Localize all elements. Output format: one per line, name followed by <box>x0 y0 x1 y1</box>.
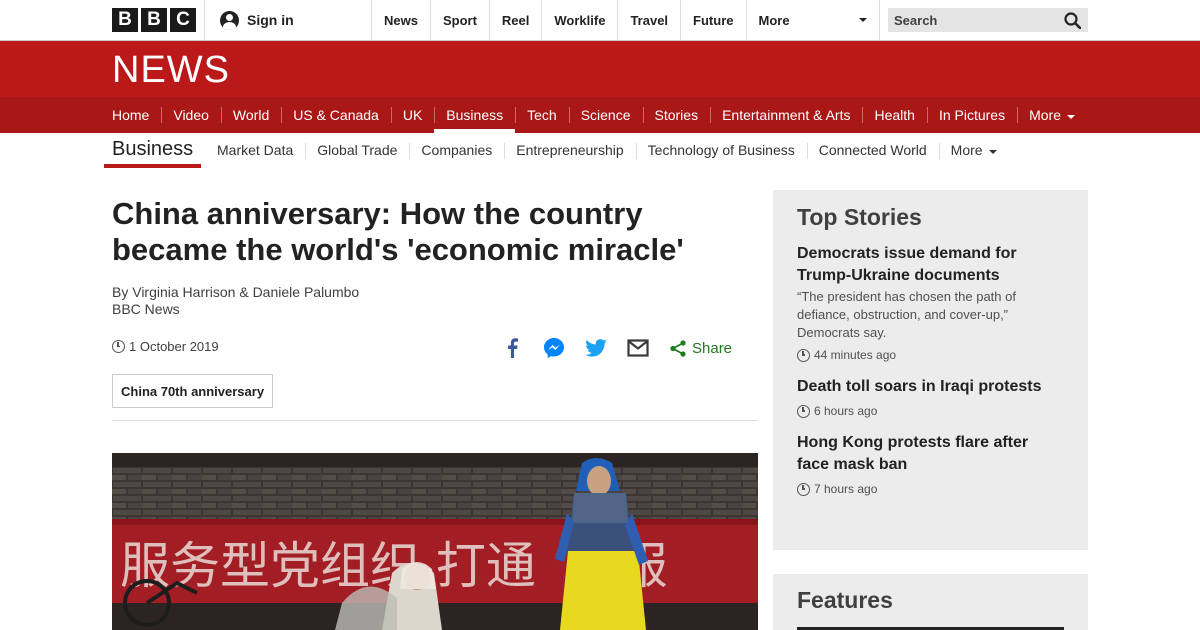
news-nav: Home Video World US & Canada UK Business… <box>0 97 1200 133</box>
news-nav-science[interactable]: Science <box>568 97 643 133</box>
chevron-down-icon <box>988 150 997 154</box>
story-time-text: 6 hours ago <box>814 404 878 418</box>
news-nav-stories[interactable]: Stories <box>642 97 711 133</box>
bbc-logo[interactable]: B B C <box>112 8 196 32</box>
news-nav-home[interactable]: Home <box>100 97 161 133</box>
share-label: Share <box>692 339 733 357</box>
section-nav-technology-of-business[interactable]: Technology of Business <box>635 133 807 167</box>
section-nav-more-label: More <box>950 142 983 158</box>
news-nav-video[interactable]: Video <box>161 97 221 133</box>
top-story-item[interactable]: Hong Kong protests flare after face mask… <box>797 432 1064 496</box>
byline-authors: By Virginia Harrison & Daniele Palumbo <box>112 284 360 300</box>
global-nav-future[interactable]: Future <box>680 0 745 40</box>
global-nav-more-label: More <box>758 12 790 28</box>
clock-icon <box>112 340 125 353</box>
news-nav-world[interactable]: World <box>220 97 281 133</box>
top-story-item[interactable]: Death toll soars in Iraqi protests 6 hou… <box>797 376 1064 418</box>
search-icon[interactable] <box>1064 12 1081 29</box>
sign-in-label: Sign in <box>247 12 294 28</box>
twitter-icon[interactable] <box>584 336 608 360</box>
story-headline[interactable]: Death toll soars in Iraqi protests <box>797 376 1064 398</box>
news-nav-business[interactable]: Business <box>434 97 515 133</box>
news-nav-more-label: More <box>1029 107 1061 123</box>
news-logo[interactable]: NEWS <box>112 51 230 89</box>
messenger-icon[interactable] <box>542 336 566 360</box>
global-nav-more[interactable]: More <box>745 0 880 40</box>
article-date: 1 October 2019 <box>112 339 219 354</box>
global-nav-worklife[interactable]: Worklife <box>541 0 617 40</box>
article-divider <box>112 420 758 421</box>
news-masthead: NEWS <box>0 41 1200 97</box>
news-nav-in-pictures[interactable]: In Pictures <box>926 97 1017 133</box>
story-summary: “The president has chosen the path of de… <box>797 289 1016 340</box>
bbc-logo-letter: C <box>170 8 196 32</box>
top-stories-panel: Top Stories Democrats issue demand for T… <box>773 190 1088 550</box>
byline-source: BBC News <box>112 301 180 317</box>
story-time-text: 7 hours ago <box>814 482 878 496</box>
search-box <box>888 8 1088 32</box>
news-nav-more[interactable]: More <box>1017 97 1087 133</box>
story-timestamp: 7 hours ago <box>797 482 1064 496</box>
headline-line: became the world's 'economic miracle' <box>112 232 684 267</box>
article-date-text: 1 October 2019 <box>129 339 219 354</box>
user-icon <box>220 10 239 30</box>
story-headline[interactable]: Hong Kong protests flare after face mask… <box>797 432 1064 476</box>
global-nav: News Sport Reel Worklife Travel Future M… <box>371 0 880 40</box>
email-icon[interactable] <box>626 336 650 360</box>
chevron-down-icon <box>858 18 867 22</box>
story-time-text: 44 minutes ago <box>814 348 897 362</box>
section-nav-more[interactable]: More <box>938 133 1009 167</box>
bbc-logo-letter: B <box>141 8 167 32</box>
clock-icon <box>797 404 810 418</box>
story-timestamp: 44 minutes ago <box>797 348 1064 362</box>
features-title: Features <box>797 587 893 613</box>
article-headline: China anniversary: How the country becam… <box>112 196 752 268</box>
news-nav-tech[interactable]: Tech <box>515 97 569 133</box>
article-byline: By Virginia Harrison & Daniele Palumbo B… <box>112 284 359 318</box>
section-nav-list: Market Data Global Trade Companies Entre… <box>205 133 1009 167</box>
news-nav-uk[interactable]: UK <box>390 97 434 133</box>
share-button[interactable]: Share <box>670 340 732 357</box>
story-timestamp: 6 hours ago <box>797 404 1064 418</box>
news-nav-health[interactable]: Health <box>862 97 926 133</box>
top-story-item[interactable]: Democrats issue demand for Trump-Ukraine… <box>797 243 1064 362</box>
top-stories-title: Top Stories <box>797 204 922 230</box>
article-hero-image: 服务型党组织 打通 ‘系服 <box>112 453 758 630</box>
global-nav-reel[interactable]: Reel <box>488 0 541 40</box>
global-header: B B C Sign in News Sport Reel Worklife T… <box>0 0 1200 41</box>
facebook-icon[interactable] <box>500 336 524 360</box>
section-nav-global-trade[interactable]: Global Trade <box>305 133 409 167</box>
news-nav-us-canada[interactable]: US & Canada <box>281 97 391 133</box>
global-nav-travel[interactable]: Travel <box>617 0 680 40</box>
topic-tag[interactable]: China 70th anniversary <box>112 374 274 408</box>
clock-icon <box>797 348 810 362</box>
news-nav-entertainment-arts[interactable]: Entertainment & Arts <box>710 97 862 133</box>
bbc-logo-letter: B <box>112 8 138 32</box>
section-nav: Business Market Data Global Trade Compan… <box>0 133 1200 169</box>
section-title[interactable]: Business <box>104 133 202 168</box>
global-nav-sport[interactable]: Sport <box>429 0 489 40</box>
story-headline[interactable]: Democrats issue demand for Trump-Ukraine… <box>797 243 1064 287</box>
global-nav-news[interactable]: News <box>371 0 430 40</box>
section-nav-companies[interactable]: Companies <box>409 133 504 167</box>
header-divider <box>204 0 205 40</box>
chevron-down-icon <box>1067 115 1075 119</box>
headline-line: China anniversary: How the country <box>112 196 643 231</box>
section-nav-market-data[interactable]: Market Data <box>205 133 305 167</box>
news-nav-list: Home Video World US & Canada UK Business… <box>100 97 1087 133</box>
share-icon <box>670 339 686 357</box>
share-tools: Share <box>500 336 732 360</box>
clock-icon <box>797 482 810 496</box>
section-nav-connected-world[interactable]: Connected World <box>806 133 939 167</box>
section-nav-entrepreneurship[interactable]: Entrepreneurship <box>504 133 635 167</box>
features-panel: Features <box>773 574 1088 630</box>
search-input[interactable] <box>894 12 1054 28</box>
hero-photo-illustration: 服务型党组织 打通 ‘系服 <box>112 453 758 630</box>
sign-in-link[interactable]: Sign in <box>220 0 294 40</box>
